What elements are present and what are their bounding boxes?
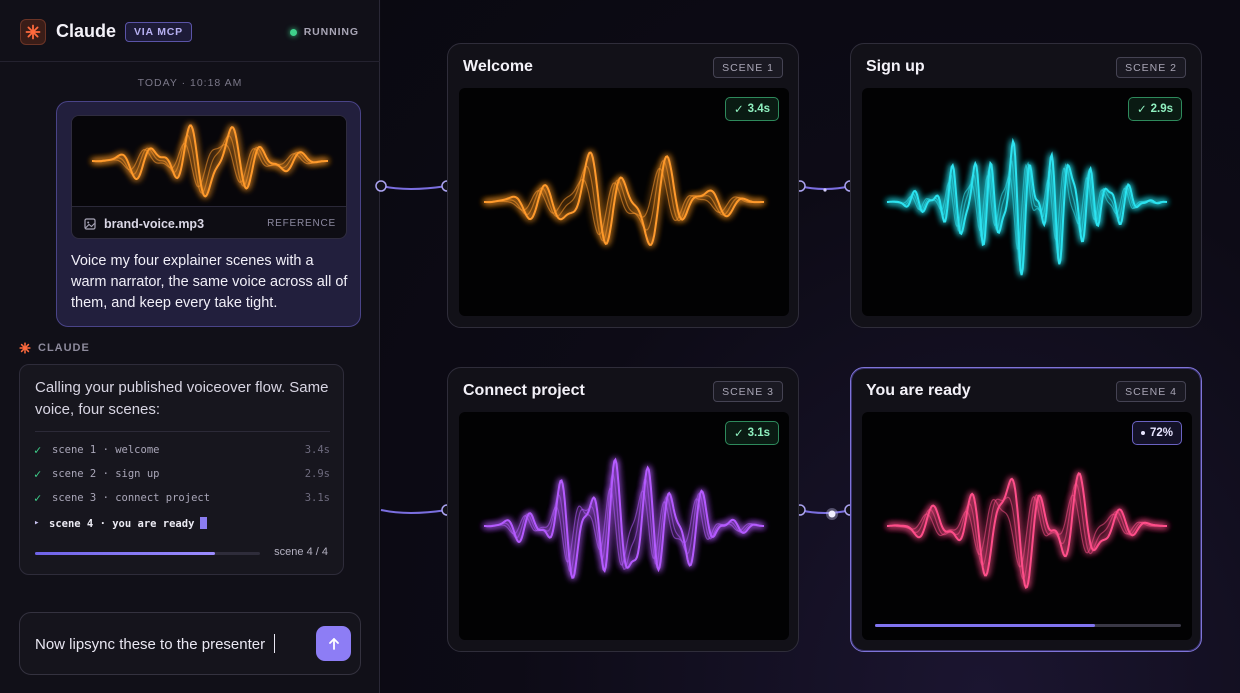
assistant-message: Calling your published voiceover flow. S…: [19, 364, 344, 575]
scene-tag: SCENE 2: [1116, 57, 1186, 78]
attachment-footer: brand-voice.mp3 REFERENCE: [72, 206, 346, 238]
bullet-dot-icon: [1140, 431, 1145, 435]
scene-list-duration: 2.9s: [304, 468, 330, 480]
scene-card-3[interactable]: Connect project SCENE 3 ✓ 3.1s: [447, 367, 799, 652]
scene-card-4[interactable]: You are ready SCENE 4 72%: [850, 367, 1202, 652]
scene-waveform: ✓ 2.9s: [862, 88, 1192, 316]
progress-chip: 72%: [1131, 421, 1182, 445]
scene-progress-bar: [875, 624, 1181, 627]
scene-tag: SCENE 1: [713, 57, 783, 78]
scene-list-duration: 3.1s: [304, 492, 330, 504]
message-composer: [19, 612, 361, 675]
attachment-waveform: [72, 116, 346, 206]
send-button[interactable]: [316, 626, 351, 661]
duration-chip: ✓ 3.4s: [724, 97, 779, 121]
status-label: RUNNING: [303, 26, 359, 38]
progress-value: 72%: [1149, 427, 1173, 439]
claude-spark-icon: [20, 19, 46, 45]
scene-list-item: ✓ scene 2 · sign up 2.9s: [34, 466, 330, 484]
image-file-icon: [84, 218, 96, 230]
scene-list-item-active: ▸ scene 4 · you are ready: [34, 515, 330, 533]
scene-list-label: scene 3 · connect project: [52, 492, 211, 504]
overall-progress-text: scene 4 / 4: [274, 546, 328, 558]
duration-chip: ✓ 2.9s: [1127, 97, 1182, 121]
overall-progress-bar: [35, 552, 260, 555]
duration-chip: ✓ 3.1s: [724, 421, 779, 445]
scene-list-item: ✓ scene 1 · welcome 3.4s: [34, 442, 330, 460]
user-message-text: Voice my four explainer scenes with a wa…: [71, 253, 348, 311]
app-title: Claude: [56, 21, 117, 41]
scene-waveform: 72%: [862, 412, 1192, 640]
typing-cursor: [200, 517, 208, 529]
scene-progress-fill: [875, 624, 1096, 627]
chat-header: Claude VIA MCP RUNNING: [0, 0, 380, 62]
scene-card-1[interactable]: Welcome SCENE 1 ✓ 3.4s: [447, 43, 799, 328]
scene-list-label: scene 4 · you are ready: [49, 517, 208, 530]
scene-title: Sign up: [866, 58, 925, 75]
scene-title: Welcome: [463, 58, 533, 75]
chat-panel: Claude VIA MCP RUNNING TODAY · 10:18 AM …: [0, 0, 380, 693]
scene-waveform: ✓ 3.4s: [459, 88, 789, 316]
running-status: RUNNING: [289, 26, 359, 38]
assistant-label-text: CLAUDE: [38, 342, 90, 354]
scene-tag: SCENE 3: [713, 381, 783, 402]
scene-card-2[interactable]: Sign up SCENE 2 ✓ 2.9s: [850, 43, 1202, 328]
mcp-badge: VIA MCP: [125, 22, 192, 42]
text-caret: [274, 634, 275, 653]
scene-list-label: scene 2 · sign up: [52, 468, 160, 480]
check-icon: ✓: [34, 491, 42, 505]
duration-value: 2.9s: [1150, 103, 1173, 115]
check-icon: ✓: [733, 104, 744, 116]
status-dot-icon: [289, 28, 297, 36]
duration-value: 3.4s: [747, 103, 770, 115]
play-arrow-icon: ▸: [34, 518, 40, 528]
message-input[interactable]: [35, 633, 305, 655]
arrow-up-icon: [328, 637, 339, 650]
assistant-label: CLAUDE: [19, 342, 90, 354]
check-icon: ✓: [733, 428, 744, 440]
scene-title: Connect project: [463, 382, 585, 399]
scene-list-duration: 3.4s: [304, 444, 330, 456]
assistant-message-text: Calling your published voiceover flow. S…: [35, 379, 329, 418]
scene-tag: SCENE 4: [1116, 381, 1186, 402]
attachment-tag: REFERENCE: [267, 218, 336, 229]
user-message: brand-voice.mp3 REFERENCE Voice my four …: [56, 101, 361, 327]
claude-spark-icon: [19, 342, 31, 354]
check-icon: ✓: [34, 467, 42, 481]
scene-waveform: ✓ 3.1s: [459, 412, 789, 640]
check-icon: ✓: [1136, 104, 1147, 116]
overall-progress-fill: [35, 552, 215, 555]
divider: [35, 431, 330, 432]
attachment-file-name: brand-voice.mp3: [104, 217, 205, 231]
scene-list-item: ✓ scene 3 · connect project 3.1s: [34, 490, 330, 508]
scene-title: You are ready: [866, 382, 971, 399]
scene-list-label: scene 1 · welcome: [52, 444, 160, 456]
audio-attachment[interactable]: brand-voice.mp3 REFERENCE: [71, 115, 347, 239]
duration-value: 3.1s: [747, 427, 770, 439]
check-icon: ✓: [34, 443, 42, 457]
chat-timestamp: TODAY · 10:18 AM: [137, 77, 243, 89]
